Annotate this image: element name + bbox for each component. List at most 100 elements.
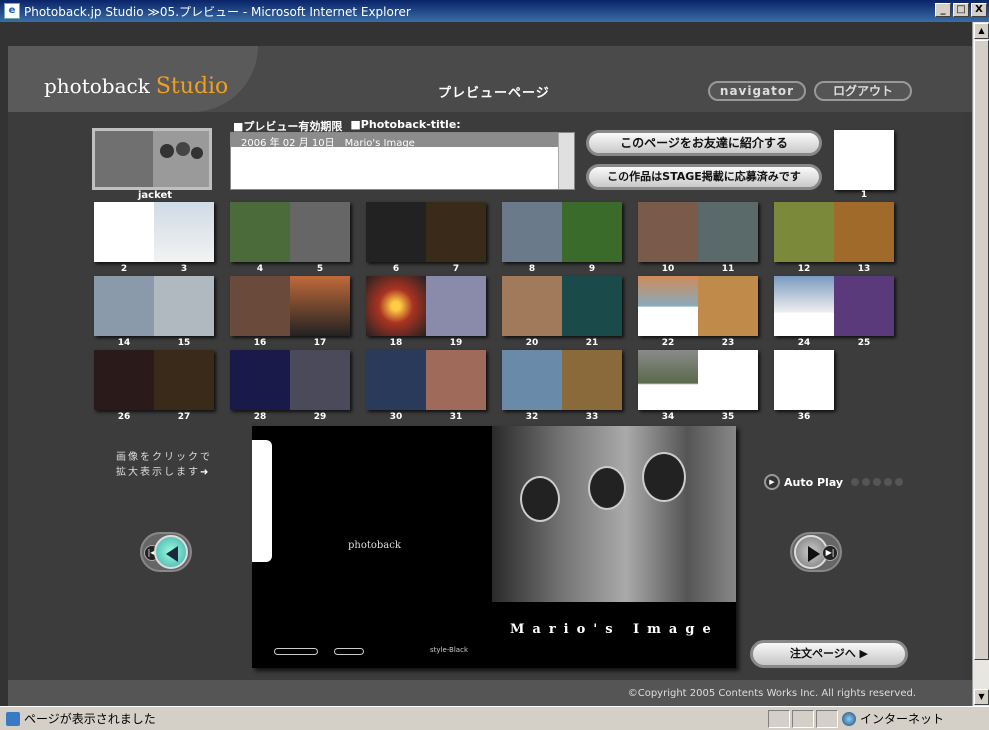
preview-caption: Mario's Image — [510, 622, 719, 637]
play-icon[interactable]: ▶ — [764, 474, 780, 490]
info-scrollbar[interactable] — [558, 133, 574, 189]
page-number: 32 — [525, 412, 539, 422]
page-number: 9 — [588, 264, 596, 274]
page-number: 29 — [313, 412, 327, 422]
next-page-control[interactable]: ▶| — [790, 532, 842, 572]
spread-thumbnail[interactable]: 22 23 — [638, 276, 758, 348]
spread-thumbnail[interactable]: 10 11 — [638, 202, 758, 274]
spread-thumbnail[interactable]: 12 13 — [774, 202, 894, 274]
maximize-button[interactable]: □ — [953, 3, 969, 17]
info-row: 2006 年 02 月 10日 Mario's Image — [231, 133, 559, 149]
spread-thumbnail[interactable]: 24 25 — [774, 276, 894, 348]
last-page-icon[interactable]: ▶| — [822, 545, 838, 561]
window-titlebar[interactable]: e Photoback.jp Studio ≫05.プレビュー - Micros… — [0, 0, 989, 22]
page-number: 6 — [392, 264, 400, 274]
page-number: 14 — [117, 338, 131, 348]
photoback-logo[interactable]: photoback Studio — [44, 74, 228, 99]
spread-thumbnail[interactable]: 16 17 — [230, 276, 350, 348]
spread-thumbnail[interactable]: 18 19 — [366, 276, 486, 348]
order-page-button[interactable]: 注文ページへ ▶ — [750, 640, 908, 668]
hint-line-1: 画像をクリックで — [116, 452, 212, 463]
page-number: 15 — [177, 338, 191, 348]
preview-content: jacket ■プレビュー有効期限 ■Photoback-title: 2006… — [8, 112, 964, 680]
spread-thumbnail[interactable]: 4 5 — [230, 202, 350, 274]
previous-page-button[interactable] — [154, 535, 188, 569]
spread-thumbnail[interactable]: 14 15 — [94, 276, 214, 348]
spread-thumbnail[interactable]: 20 21 — [502, 276, 622, 348]
close-button[interactable]: X — [971, 3, 987, 17]
copyright-text: ©Copyright 2005 Contents Works Inc. All … — [627, 688, 916, 699]
window-title: Photoback.jp Studio ≫05.プレビュー - Microsof… — [24, 4, 411, 19]
page-number: 16 — [253, 338, 267, 348]
page-number: 23 — [721, 338, 735, 348]
page-number: 7 — [452, 264, 460, 274]
page-number: 18 — [389, 338, 403, 348]
navigator-button[interactable]: navigator — [708, 81, 806, 101]
autoplay-label: Auto Play — [784, 475, 844, 489]
page-number: 31 — [449, 412, 463, 422]
stage-entry-button[interactable]: この作品はSTAGE掲載に応募済みです — [586, 164, 822, 190]
jacket-thumbnail[interactable] — [92, 128, 212, 190]
autoplay-indicator — [851, 478, 904, 486]
preview-brand: photoback — [348, 540, 401, 551]
page-number: 30 — [389, 412, 403, 422]
preview-page-edge — [252, 440, 272, 562]
page-number: 34 — [661, 412, 675, 422]
page-number: 19 — [449, 338, 463, 348]
ie-icon: e — [4, 3, 20, 19]
logo-text: photoback — [44, 74, 150, 98]
scroll-thumb[interactable] — [974, 40, 989, 660]
photo-figure — [520, 476, 560, 522]
page-number: 10 — [661, 264, 675, 274]
spread-thumbnail[interactable]: 2 3 — [94, 202, 214, 274]
logo-studio: Studio — [155, 74, 229, 99]
status-cell — [768, 710, 790, 728]
window-controls: _ □ X — [935, 3, 987, 17]
hint-line-2: 拡大表示します — [116, 467, 200, 478]
globe-icon — [842, 711, 856, 726]
page-number: 13 — [857, 264, 871, 274]
spread-thumbnail[interactable]: 30 31 — [366, 350, 486, 422]
play-left-icon — [166, 546, 178, 562]
page-number: 12 — [797, 264, 811, 274]
preview-style-label: style-Black — [430, 646, 469, 654]
previous-page-control[interactable]: |◀ — [140, 532, 192, 572]
page-number: 25 — [857, 338, 871, 348]
page-number: 11 — [721, 264, 735, 274]
page-icon — [6, 711, 20, 726]
scroll-up-icon[interactable]: ▲ — [974, 23, 989, 39]
preview-photo[interactable] — [492, 426, 736, 602]
minimize-button[interactable]: _ — [935, 3, 951, 17]
page-number: 28 — [253, 412, 267, 422]
spread-thumbnail[interactable]: 26 27 — [94, 350, 214, 422]
scroll-down-icon[interactable]: ▼ — [974, 689, 989, 705]
page-number: 17 — [313, 338, 327, 348]
info-listbox[interactable]: 2006 年 02 月 10日 Mario's Image — [230, 132, 575, 190]
photo-figure — [642, 452, 686, 502]
autoplay-control[interactable]: ▶ Auto Play — [764, 474, 904, 490]
logout-button[interactable]: ログアウト — [814, 81, 912, 101]
page-number: 2 — [120, 264, 128, 274]
spread-thumbnail[interactable]: 28 29 — [230, 350, 350, 422]
page-thumbnail-36[interactable] — [774, 350, 834, 410]
page-thumbnail-1[interactable] — [834, 130, 894, 190]
spread-preview[interactable]: photoback Mario's Image style-Black — [252, 426, 736, 668]
page-number: 8 — [528, 264, 536, 274]
spread-thumbnail[interactable]: 6 7 — [366, 202, 486, 274]
page-number: 20 — [525, 338, 539, 348]
share-with-friend-button[interactable]: このページをお友達に紹介する — [586, 130, 822, 156]
spread-thumbnail[interactable]: 32 33 — [502, 350, 622, 422]
jacket-image — [153, 131, 209, 187]
page-header: photoback Studio プレビューページ navigator ログアウト — [8, 46, 972, 112]
status-bar: ページが表示されました インターネット — [0, 706, 989, 730]
security-zone: インターネット — [842, 710, 944, 727]
preview-decoration — [334, 648, 364, 655]
page-title: プレビューページ — [438, 86, 550, 101]
vertical-scrollbar[interactable]: ▲ ▼ — [972, 22, 989, 706]
status-message: ページが表示されました — [24, 712, 156, 726]
spread-thumbnail[interactable]: 8 9 — [502, 202, 622, 274]
page-number: 4 — [256, 264, 264, 274]
page-number: 26 — [117, 412, 131, 422]
spread-thumbnail[interactable]: 34 35 — [638, 350, 758, 422]
page-number: 24 — [797, 338, 811, 348]
